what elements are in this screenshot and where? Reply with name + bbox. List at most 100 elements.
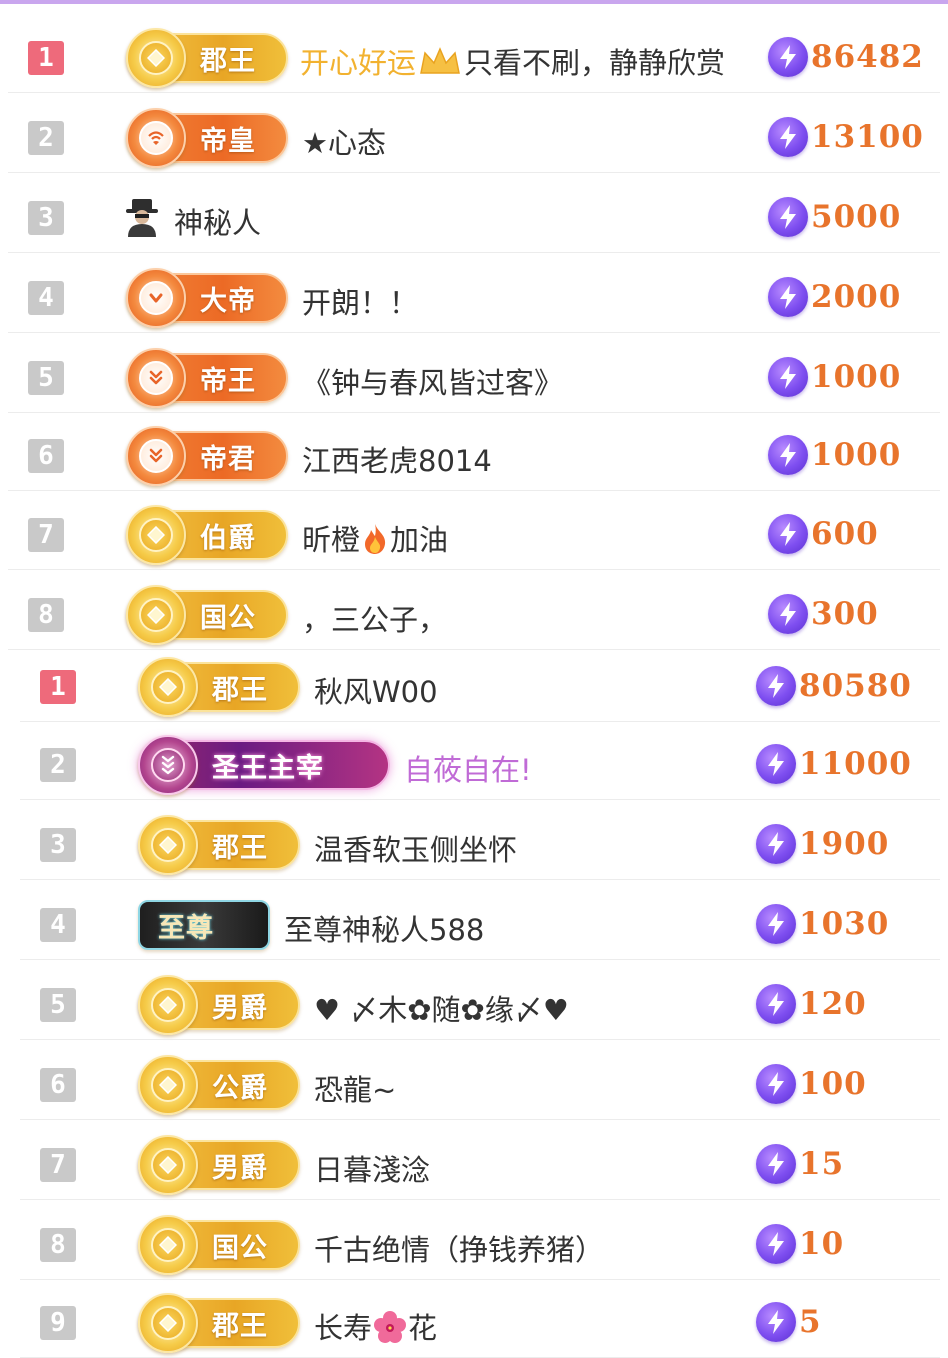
user-name[interactable]: 恐龍~ [314,1067,396,1109]
badge-label: 帝王 [200,365,256,397]
score: 300 [768,592,879,636]
badge-emblem [138,1215,198,1275]
rank-title-badge: 郡王 [126,28,288,88]
badge-emblem [126,585,186,645]
user-name[interactable]: 神秘人 [174,200,261,242]
score-value: 600 [811,516,879,552]
leaderboard-row[interactable]: 1 郡王 开心好运 只看不刷，静静欣赏 86482 [0,13,948,93]
name-part: 昕橙 [302,523,361,557]
badge-label: 至尊 [158,912,214,944]
user-name[interactable]: 千古绝情（挣钱养猪） [314,1227,604,1269]
leaderboard-row[interactable]: 6 公爵 恐龍~ 100 [0,1040,948,1120]
badge-label: 郡王 [212,674,268,706]
top-accent-bar [0,0,948,4]
leaderboard-row[interactable]: 2 圣王主宰 自莜自在! 11000 [0,720,948,800]
double-chevron-icon [139,439,173,473]
user-name[interactable]: 温香软玉侧坐怀 [314,827,517,869]
rank-number: 6 [28,439,64,473]
badge-label: 国公 [200,602,256,634]
badge-emblem [126,426,186,486]
leaderboard-row[interactable]: 3 郡王 温香软玉侧坐怀 1900 [0,800,948,880]
rank-title-badge: 至尊 [138,900,270,950]
score: 1900 [756,822,889,866]
rank-number: 5 [40,988,76,1022]
badge-label: 帝君 [200,443,256,475]
lightning-coin-icon [756,824,796,864]
score-value: 2000 [811,279,902,315]
rank-number: 8 [40,1228,76,1262]
leaderboard-row[interactable]: 8 国公 千古绝情（挣钱养猪） 10 [0,1200,948,1280]
user-name[interactable]: 昕橙 加油 [302,517,448,562]
score-value: 1000 [811,359,902,395]
user-name[interactable]: ♥ 〆木✿随✿缘〆♥ [314,987,569,1029]
lightning-coin-icon [756,1302,796,1342]
score-value: 86482 [811,39,924,75]
badge-label: 郡王 [212,832,268,864]
user-name[interactable]: 自莜自在! [404,747,532,789]
rank-title-badge: 男爵 [138,975,300,1035]
leaderboard-row[interactable]: 9 郡王 长寿花 5 [0,1278,948,1358]
badge-emblem [126,28,186,88]
lightning-coin-icon [756,904,796,944]
leaderboard-row[interactable]: 5 男爵 ♥ 〆木✿随✿缘〆♥ 120 [0,960,948,1040]
score-value: 11000 [799,746,912,782]
lightning-coin-icon [768,594,808,634]
score: 5 [756,1300,822,1344]
score-value: 100 [799,1066,867,1102]
rank-number: 1 [28,41,64,75]
badge-label: 国公 [212,1232,268,1264]
user-name[interactable]: 开心好运 只看不刷，静静欣赏 [300,40,725,84]
score: 120 [756,982,867,1026]
leaderboard-row[interactable]: 3 神秘人 5000 [0,173,948,253]
leaderboard-row[interactable]: 1 郡王 秋风W00 80580 [0,642,948,722]
rank-title-badge: 伯爵 [126,505,288,565]
user-name[interactable]: ，三公子， [302,597,447,639]
leaderboard-row[interactable]: 5 帝王 《钟与春风皆过客》 1000 [0,333,948,413]
rank-title-badge: 大帝 [126,268,288,328]
badge-emblem [138,975,198,1035]
lightning-coin-icon [768,435,808,475]
rank-number: 1 [40,670,76,704]
user-name[interactable]: 秋风W00 [314,669,438,711]
user-name[interactable]: 开朗！！ [302,280,418,322]
leaderboard-row[interactable]: 4 大帝 开朗！！ 2000 [0,253,948,333]
score-value: 1900 [799,826,890,862]
score-value: 1030 [799,906,890,942]
user-name[interactable]: 至尊神秘人588 [284,907,484,949]
leaderboard-row[interactable]: 7 伯爵 昕橙 加油 600 [0,490,948,570]
score: 13100 [768,115,924,159]
rank-number: 7 [40,1148,76,1182]
user-name[interactable]: 江西老虎8014 [302,438,492,480]
badge-label: 男爵 [212,992,268,1024]
user-name[interactable]: 长寿花 [314,1305,437,1350]
leaderboard-row[interactable]: 4 至尊 至尊神秘人588 1030 [0,880,948,960]
rank-number: 6 [40,1068,76,1102]
score: 1000 [768,433,901,477]
crown-icon [418,46,462,84]
lightning-coin-icon [756,984,796,1024]
rank-title-badge: 国公 [138,1215,300,1275]
name-part: 加油 [390,523,449,557]
leaderboard-row[interactable]: 8 国公 ，三公子， 300 [0,570,948,650]
rank-title-badge: 帝皇 [126,108,288,168]
lightning-coin-icon [768,197,808,237]
user-name[interactable]: ★心态 [302,120,386,162]
badge-label: 伯爵 [200,522,256,554]
score: 100 [756,1062,867,1106]
leaderboard-row[interactable]: 6 帝君 江西老虎8014 1000 [0,411,948,491]
user-name[interactable]: 日暮淺淰 [314,1147,430,1189]
lightning-coin-icon [768,37,808,77]
badge-label: 圣王主宰 [212,752,324,784]
user-name[interactable]: 《钟与春风皆过客》 [302,360,563,402]
rank-title-badge: 男爵 [138,1135,300,1195]
badge-emblem [126,505,186,565]
lightning-coin-icon [756,666,796,706]
diamond-icon [151,1306,185,1340]
leaderboard-row[interactable]: 2 帝皇 ★心态 13100 [0,93,948,173]
badge-emblem [138,735,198,795]
leaderboard-row[interactable]: 7 男爵 日暮淺淰 15 [0,1120,948,1200]
score: 11000 [756,742,912,786]
rank-number: 3 [40,828,76,862]
rank-title-badge: 帝君 [126,426,288,486]
badge-emblem [126,108,186,168]
